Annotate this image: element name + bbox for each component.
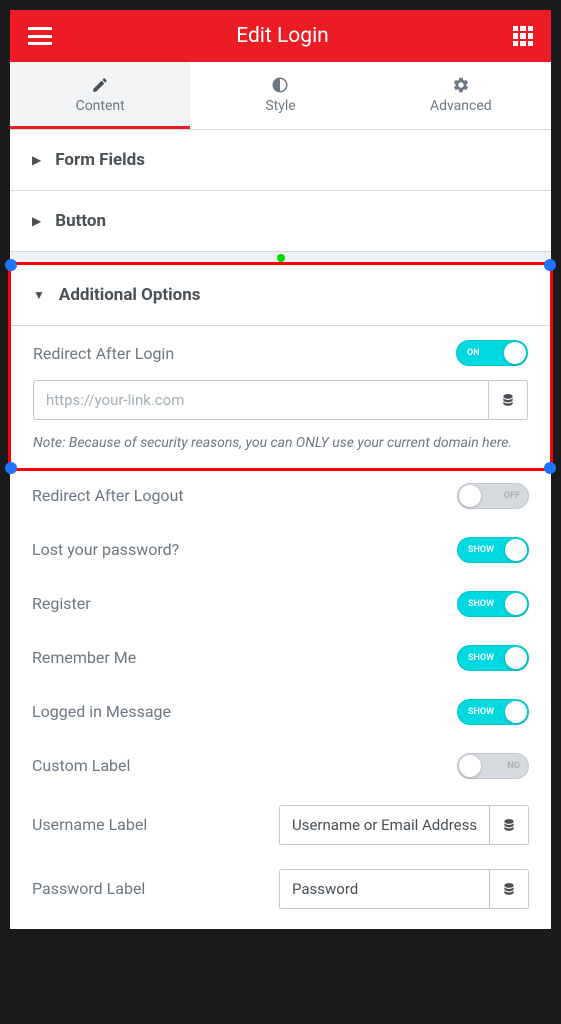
toggle-knob — [504, 342, 526, 364]
dynamic-tag-button[interactable] — [489, 869, 529, 909]
tabs: Content Style Advanced — [10, 62, 551, 130]
option-label: Register — [32, 594, 91, 613]
toggle-state: SHOW — [468, 545, 494, 555]
toggle-redirect-logout[interactable]: OFF — [457, 483, 529, 509]
database-icon — [502, 882, 516, 896]
toggle-knob — [505, 647, 527, 669]
pencil-icon — [10, 76, 190, 94]
toggle-state: SHOW — [468, 653, 494, 663]
contrast-icon — [190, 76, 370, 94]
caret-right-icon: ▶ — [32, 153, 41, 167]
section-additional-options[interactable]: ▼ Additional Options — [11, 265, 550, 326]
tab-label: Content — [10, 98, 190, 114]
handle-icon — [544, 259, 556, 271]
gear-icon — [371, 76, 551, 94]
section-title: Form Fields — [55, 150, 145, 170]
dynamic-tag-button[interactable] — [488, 380, 528, 420]
caret-down-icon: ▼ — [33, 288, 45, 302]
field-label: Password Label — [32, 879, 145, 898]
toggle-knob — [505, 701, 527, 723]
option-register: Register SHOW — [10, 577, 551, 631]
page-title: Edit Login — [236, 24, 329, 48]
option-label: Redirect After Login — [33, 344, 174, 363]
redirect-url-input[interactable] — [33, 380, 488, 420]
database-icon — [502, 818, 516, 832]
option-remember-me: Remember Me SHOW — [10, 631, 551, 685]
tab-label: Advanced — [371, 98, 551, 114]
section-form-fields[interactable]: ▶ Form Fields — [10, 130, 551, 191]
toggle-remember-me[interactable]: SHOW — [457, 645, 529, 671]
username-label-input[interactable] — [279, 805, 489, 845]
toggle-state: NO — [507, 761, 520, 771]
option-redirect-login: Redirect After Login ON — [11, 326, 550, 380]
toggle-lost-password[interactable]: SHOW — [457, 537, 529, 563]
toggle-knob — [459, 755, 481, 777]
dynamic-tag-button[interactable] — [489, 805, 529, 845]
field-label: Username Label — [32, 815, 147, 834]
option-label: Lost your password? — [32, 540, 179, 559]
toggle-register[interactable]: SHOW — [457, 591, 529, 617]
section-title: Additional Options — [59, 285, 201, 305]
toggle-state: ON — [467, 348, 480, 358]
toggle-state: SHOW — [468, 599, 494, 609]
username-label-row: Username Label — [10, 793, 551, 857]
section-button[interactable]: ▶ Button — [10, 191, 551, 252]
tab-label: Style — [190, 98, 370, 114]
tab-content[interactable]: Content — [10, 62, 190, 129]
apps-icon[interactable] — [513, 26, 533, 46]
password-label-row: Password Label — [10, 857, 551, 929]
note-text: Note: Because of security reasons, you c… — [11, 434, 550, 468]
toggle-custom-label[interactable]: NO — [457, 753, 529, 779]
database-icon — [501, 393, 515, 407]
highlight-box: ▼ Additional Options Redirect After Logi… — [8, 262, 553, 471]
section-title: Button — [55, 211, 106, 231]
tab-advanced[interactable]: Advanced — [371, 62, 551, 129]
option-label: Remember Me — [32, 648, 136, 667]
toggle-knob — [505, 593, 527, 615]
caret-right-icon: ▶ — [32, 214, 41, 228]
handle-icon — [5, 462, 17, 474]
toggle-redirect-login[interactable]: ON — [456, 340, 528, 366]
url-input-row — [11, 380, 550, 434]
toggle-knob — [505, 539, 527, 561]
option-label: Logged in Message — [32, 702, 171, 721]
handle-icon — [544, 462, 556, 474]
option-custom-label: Custom Label NO — [10, 739, 551, 793]
handle-icon — [5, 259, 17, 271]
option-redirect-logout: Redirect After Logout OFF — [10, 469, 551, 523]
toggle-state: OFF — [504, 491, 520, 501]
option-lost-password: Lost your password? SHOW — [10, 523, 551, 577]
option-label: Custom Label — [32, 756, 130, 775]
tab-style[interactable]: Style — [190, 62, 370, 129]
header: Edit Login — [10, 10, 551, 62]
option-label: Redirect After Logout — [32, 486, 184, 505]
menu-icon[interactable] — [28, 27, 52, 45]
toggle-knob — [459, 485, 481, 507]
toggle-state: SHOW — [468, 707, 494, 717]
green-dot-icon — [277, 254, 285, 262]
option-logged-in: Logged in Message SHOW — [10, 685, 551, 739]
toggle-logged-in[interactable]: SHOW — [457, 699, 529, 725]
password-label-input[interactable] — [279, 869, 489, 909]
